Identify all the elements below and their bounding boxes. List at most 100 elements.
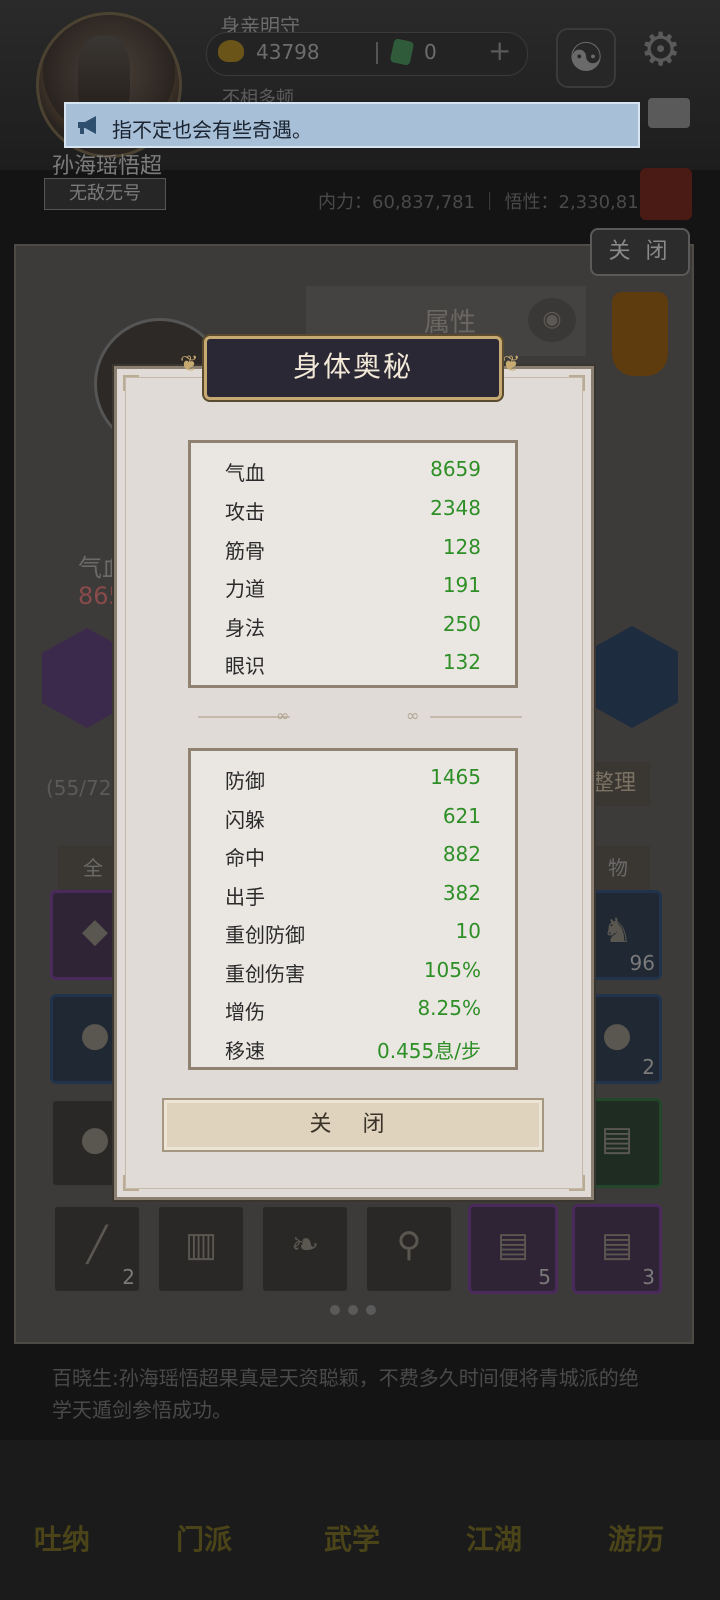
divider-line <box>430 716 522 718</box>
stat-row: 重创伤害 105% <box>225 958 481 992</box>
stat-value: 105% <box>423 958 481 982</box>
stat-name: 筋骨 <box>225 539 265 563</box>
item-slot[interactable]: ╱ 2 <box>52 1204 142 1294</box>
stat-value: 0.455息/步 <box>377 1039 481 1063</box>
resource-bar <box>206 32 528 76</box>
nav-jianghu[interactable]: 江湖 <box>466 1518 522 1558</box>
megaphone-icon <box>78 116 96 134</box>
stat-name: 身法 <box>225 616 265 640</box>
mail-icon[interactable] <box>648 98 690 128</box>
stat-value: 250 <box>442 612 481 636</box>
stat-name: 出手 <box>225 885 265 909</box>
stat-value: 10 <box>455 919 481 943</box>
event-badge-icon[interactable] <box>640 168 692 220</box>
frame-corner <box>123 1175 139 1191</box>
player-stats-line: 内力：60,837,781 ｜ 悟性：2,330,811 <box>318 192 651 213</box>
stat-value: 132 <box>442 650 481 674</box>
player-nickname: 孙海瑶悟超 <box>52 154 163 179</box>
divider-ornament: ∞ <box>406 706 420 725</box>
needles-icon: ╱ <box>86 1225 108 1265</box>
frame-corner <box>123 375 139 391</box>
stat-value: 2348 <box>430 496 481 520</box>
gear-icon[interactable]: ⚙ <box>640 22 681 76</box>
stat-name: 闪躲 <box>225 808 265 832</box>
eye-icon[interactable]: ◉ <box>528 298 576 342</box>
log-line: 学天遁剑参悟成功。 <box>52 1398 232 1422</box>
stat-name: 力道 <box>225 577 265 601</box>
stat-value: 382 <box>442 881 481 905</box>
attribute-tab-label: 属性 <box>424 308 477 338</box>
title-ornament-left: ❦ <box>180 352 199 377</box>
stat-name: 眼识 <box>225 654 265 678</box>
stat-name: 气血 <box>225 461 265 485</box>
stat-value: 191 <box>442 573 481 597</box>
stat-row: 出手 382 <box>225 881 481 915</box>
nav-tunayu[interactable]: 吐纳 <box>34 1518 90 1558</box>
item-slot[interactable]: ▤ 3 <box>572 1204 662 1294</box>
item-count: 5 <box>538 1265 551 1289</box>
stat-row: 力道 191 <box>225 573 481 607</box>
stat-value: 128 <box>442 535 481 559</box>
stat-name: 攻击 <box>225 500 265 524</box>
divider-ornament: ∞ <box>276 706 290 725</box>
item-slot[interactable]: ⚲ <box>364 1204 454 1294</box>
broom-icon: ⚲ <box>396 1225 422 1265</box>
item-slot[interactable]: ▤ 5 <box>468 1204 558 1294</box>
toast-notification: 指不定也会有些奇遇。 <box>64 102 640 148</box>
dialog-title: 身体奥秘 <box>292 350 413 383</box>
stat-value: 882 <box>442 842 481 866</box>
title-ornament-right: ❦ <box>502 352 521 377</box>
stat-name: 重创伤害 <box>225 962 305 986</box>
frame-corner <box>569 375 585 391</box>
stat-value: 621 <box>442 804 481 828</box>
item-count: 2 <box>642 1055 655 1079</box>
stat-row: 命中 882 <box>225 842 481 876</box>
log-line: 百晓生:孙海瑶悟超果真是天资聪颖，不费多久时间便将青城派的绝 <box>52 1366 639 1390</box>
page-indicator <box>330 1300 384 1319</box>
filter-item-tab[interactable]: 物 <box>586 846 650 890</box>
scroll-icon: ▤ <box>600 1225 634 1265</box>
nav-martial-arts[interactable]: 武学 <box>324 1518 380 1558</box>
stat-name: 增伤 <box>225 1000 265 1024</box>
stat-name: 移速 <box>225 1039 265 1063</box>
stat-row: 增伤 8.25% <box>225 996 481 1030</box>
stat-row: 气血 8659 <box>225 457 481 491</box>
medallion-icon[interactable] <box>612 292 668 376</box>
stat-row: 闪躲 621 <box>225 804 481 838</box>
add-currency-button[interactable]: + <box>488 34 511 67</box>
stat-name: 命中 <box>225 846 265 870</box>
nav-travel[interactable]: 游历 <box>608 1518 664 1558</box>
resource-divider <box>376 42 378 64</box>
panel-close-button[interactable]: 关 闭 <box>590 228 690 276</box>
stat-row: 身法 250 <box>225 612 481 646</box>
toast-text: 指不定也会有些奇遇。 <box>112 118 312 142</box>
stat-row: 移速 0.455息/步 <box>225 1035 481 1069</box>
close-button[interactable]: 关 闭 <box>162 1098 544 1152</box>
stat-row: 重创防御 10 <box>225 919 481 953</box>
stat-row: 眼识 132 <box>225 650 481 684</box>
coin-value: 43798 <box>256 40 320 64</box>
nav-sect[interactable]: 门派 <box>176 1518 232 1558</box>
stat-value: 8.25% <box>417 996 481 1020</box>
item-count: 96 <box>629 951 655 975</box>
scroll-icon: ▤ <box>496 1225 530 1265</box>
item-slot[interactable]: ❧ <box>260 1204 350 1294</box>
jade-value: 0 <box>424 40 437 64</box>
item-slot[interactable]: ▥ <box>156 1204 246 1294</box>
player-title-tag: 无敌无号 <box>44 178 166 210</box>
book-icon: ▥ <box>184 1225 218 1265</box>
item-count: 2 <box>122 1265 135 1289</box>
feather-icon: ❧ <box>290 1225 320 1265</box>
stat-value: 1465 <box>430 765 481 789</box>
stat-row: 防御 1465 <box>225 765 481 799</box>
frame-corner <box>569 1175 585 1191</box>
yinyang-icon[interactable]: ☯ <box>556 28 616 88</box>
bag-capacity: (55/72) <box>46 776 120 800</box>
base-stats-box: 气血 8659 攻击 2348 筋骨 128 力道 191 身法 250 眼识 132 <box>188 440 518 688</box>
stat-name: 防御 <box>225 769 265 793</box>
item-count: 3 <box>642 1265 655 1289</box>
stat-row: 筋骨 128 <box>225 535 481 569</box>
combat-stats-box: 防御 1465 闪躲 621 命中 882 出手 382 重创防御 10 重创伤害 105%… <box>188 748 518 1070</box>
stat-row: 攻击 2348 <box>225 496 481 530</box>
stat-name: 重创防御 <box>225 923 305 947</box>
